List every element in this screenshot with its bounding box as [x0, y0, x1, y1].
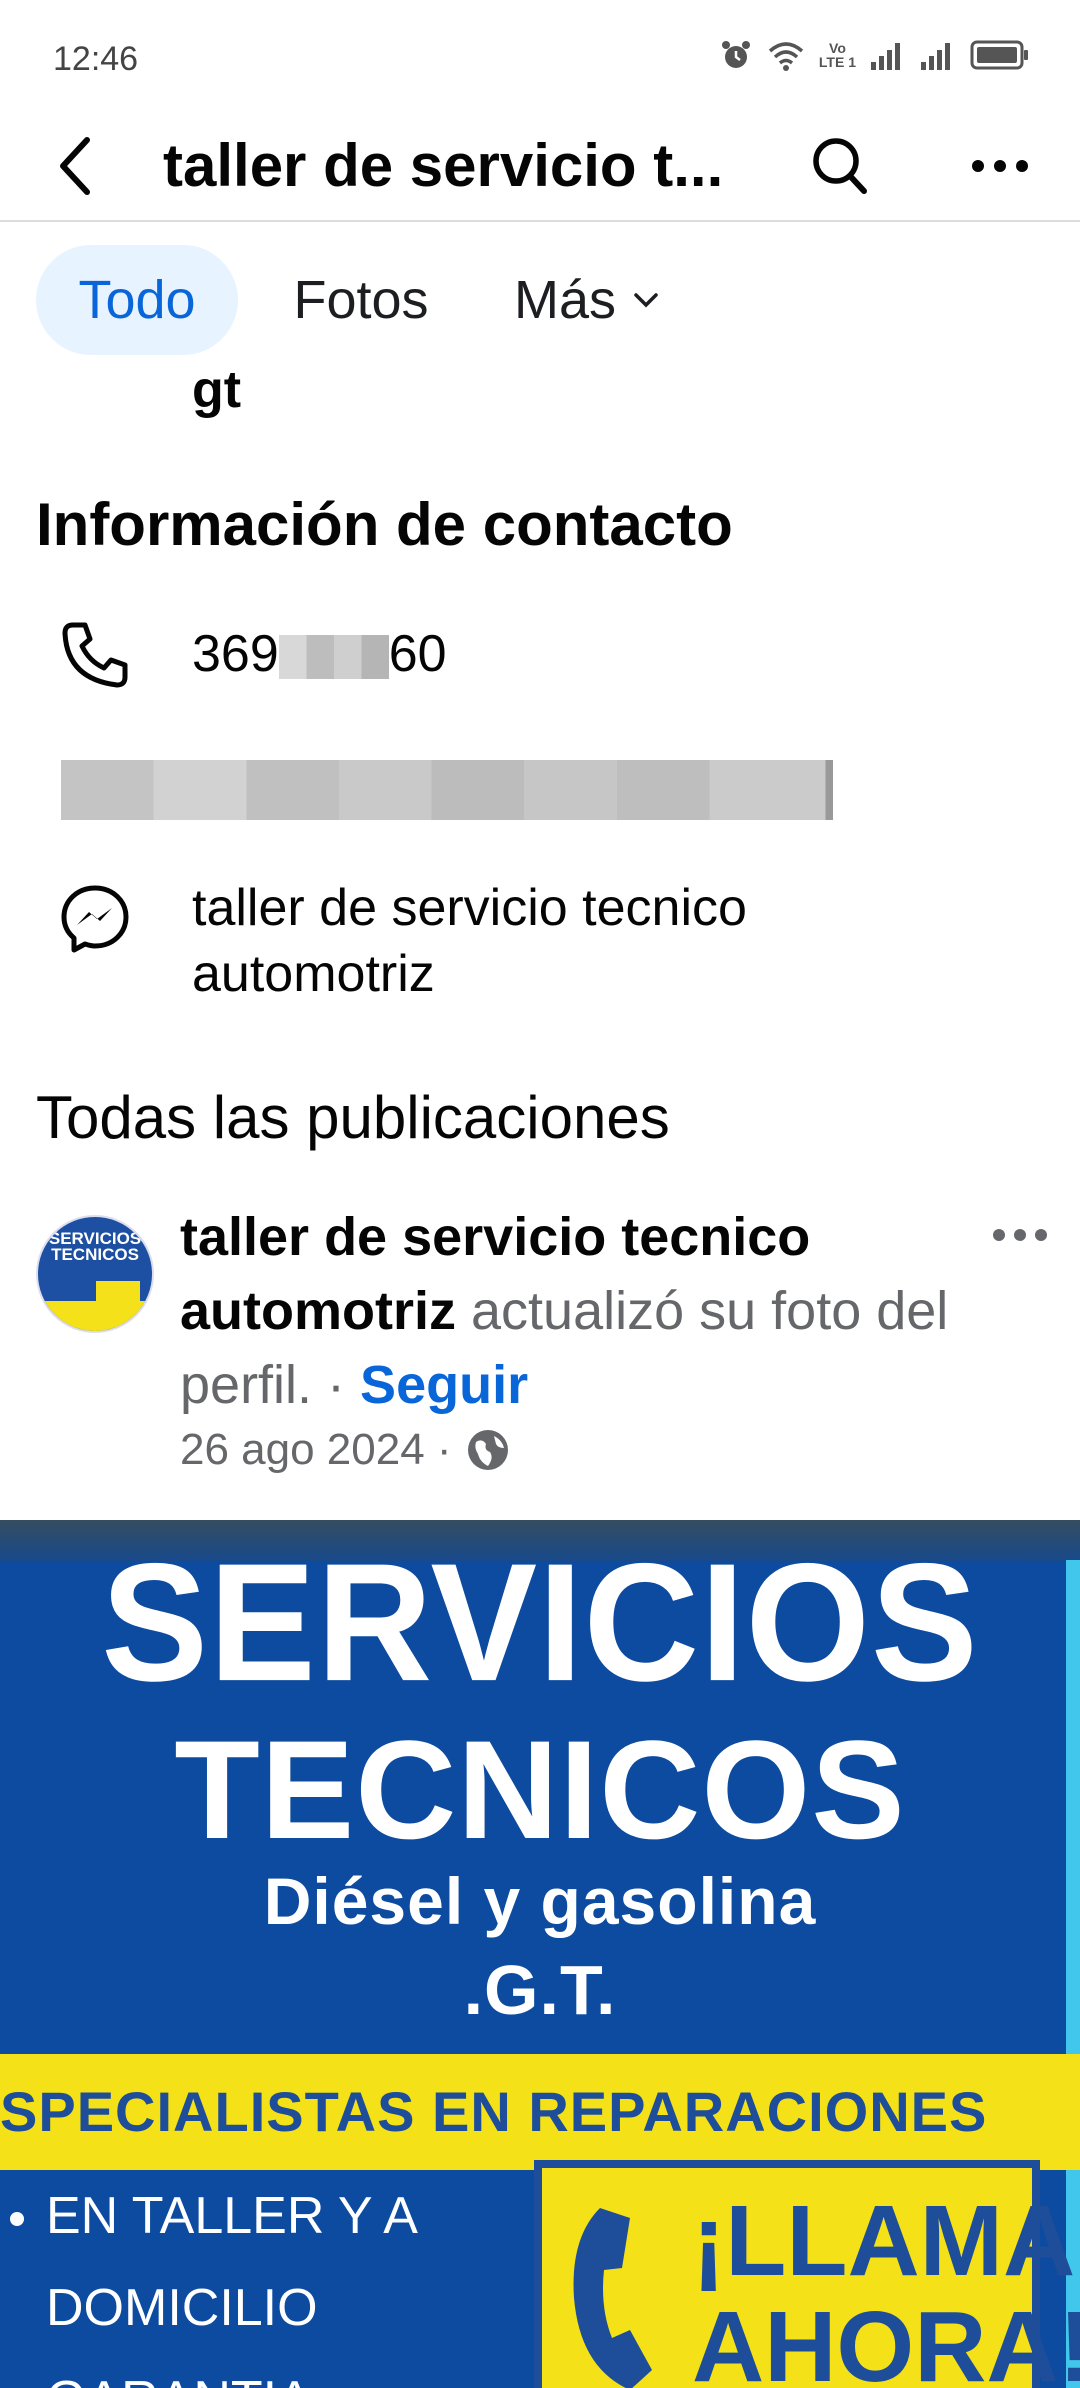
- post-image[interactable]: SERVICIOS TECNICOS Diésel y gasolina .G.…: [0, 1520, 1080, 2388]
- truncated-text: gt: [192, 361, 242, 419]
- tab-mas[interactable]: Más: [494, 245, 680, 355]
- post-header: taller de servicio tecnico automotriz ac…: [180, 1200, 980, 1422]
- follow-button[interactable]: Seguir: [360, 1355, 528, 1415]
- post-more-button[interactable]: [985, 1210, 1055, 1260]
- page-title: taller de servicio t...: [163, 132, 724, 199]
- globe-icon: [467, 1430, 508, 1470]
- status-time: 12:46: [53, 40, 139, 78]
- back-arrow-icon: [60, 137, 90, 195]
- image-list-item: DOMICILIO: [46, 2279, 318, 2337]
- avatar[interactable]: SERVICIOS TECNICOS: [36, 1215, 154, 1333]
- chevron-down-icon: [634, 293, 658, 308]
- tab-label: Todo: [78, 270, 196, 330]
- contact-info-title: Información de contacto: [36, 491, 733, 558]
- more-dots-icon: [993, 1229, 1047, 1241]
- back-button[interactable]: [40, 128, 110, 204]
- post-date-text: 26 ago 2024 ·: [180, 1425, 452, 1474]
- image-list-item: EN TALLER Y A: [46, 2187, 418, 2245]
- image-text-line: Diésel y gasolina: [263, 1864, 817, 1938]
- battery-icon: [970, 40, 1028, 70]
- image-service-list: EN TALLER Y A DOMICILIO GARANTIA: [10, 2170, 418, 2388]
- wifi-icon: [768, 42, 804, 71]
- tab-todo[interactable]: Todo: [36, 245, 238, 355]
- phone-prefix: 369: [192, 625, 279, 683]
- image-text-line: TECNICOS: [174, 1711, 906, 1868]
- search-icon: [813, 138, 867, 194]
- call-now-text: ¡LLAMA AHORA!: [692, 2185, 1080, 2388]
- volte-indicator: Vo LTE 1: [818, 40, 856, 70]
- messenger-row[interactable]: taller de servicio tecnico automotriz: [0, 875, 1080, 1015]
- signal-icon-2: [921, 43, 950, 70]
- tab-fotos[interactable]: Fotos: [266, 245, 456, 355]
- alarm-icon: [721, 41, 750, 68]
- image-banner: SPECIALISTAS EN REPARACIONES: [0, 2054, 1080, 2170]
- image-call-box: ¡LLAMA AHORA!: [534, 2160, 1080, 2388]
- image-text-line: .G.T.: [463, 1951, 617, 2029]
- phone-icon: [55, 615, 135, 695]
- phone-icon: [573, 2208, 652, 2388]
- phone-number: 369 60: [192, 621, 447, 687]
- redacted-contact-row: [61, 760, 833, 820]
- phone-suffix: 60: [388, 625, 447, 683]
- post-date: 26 ago 2024 ·: [180, 1425, 510, 1475]
- tab-label: Fotos: [293, 270, 429, 330]
- signal-icon: [871, 43, 900, 70]
- avatar-text: SERVICIOS TECNICOS: [48, 1229, 142, 1264]
- redacted-digits: [278, 635, 389, 680]
- filter-tabs: Todo Fotos Más: [36, 245, 680, 355]
- more-dots-icon: [972, 160, 1028, 172]
- all-posts-title: Todas las publicaciones: [36, 1084, 670, 1151]
- app-header: taller de servicio t...: [0, 110, 1080, 222]
- phone-row[interactable]: 369 60: [0, 615, 1080, 695]
- messenger-icon: [55, 879, 135, 959]
- messenger-label: taller de servicio tecnico automotriz: [192, 879, 747, 1003]
- more-options-button[interactable]: [960, 126, 1040, 206]
- search-button[interactable]: [805, 126, 875, 206]
- tab-label: Más: [514, 270, 617, 330]
- status-bar: 12:46 Vo LTE 1: [0, 0, 1080, 110]
- image-text-line: SERVICIOS: [101, 1527, 979, 1716]
- image-list-item: GARANTIA: [46, 2371, 312, 2388]
- status-icons: Vo LTE 1: [719, 38, 1030, 72]
